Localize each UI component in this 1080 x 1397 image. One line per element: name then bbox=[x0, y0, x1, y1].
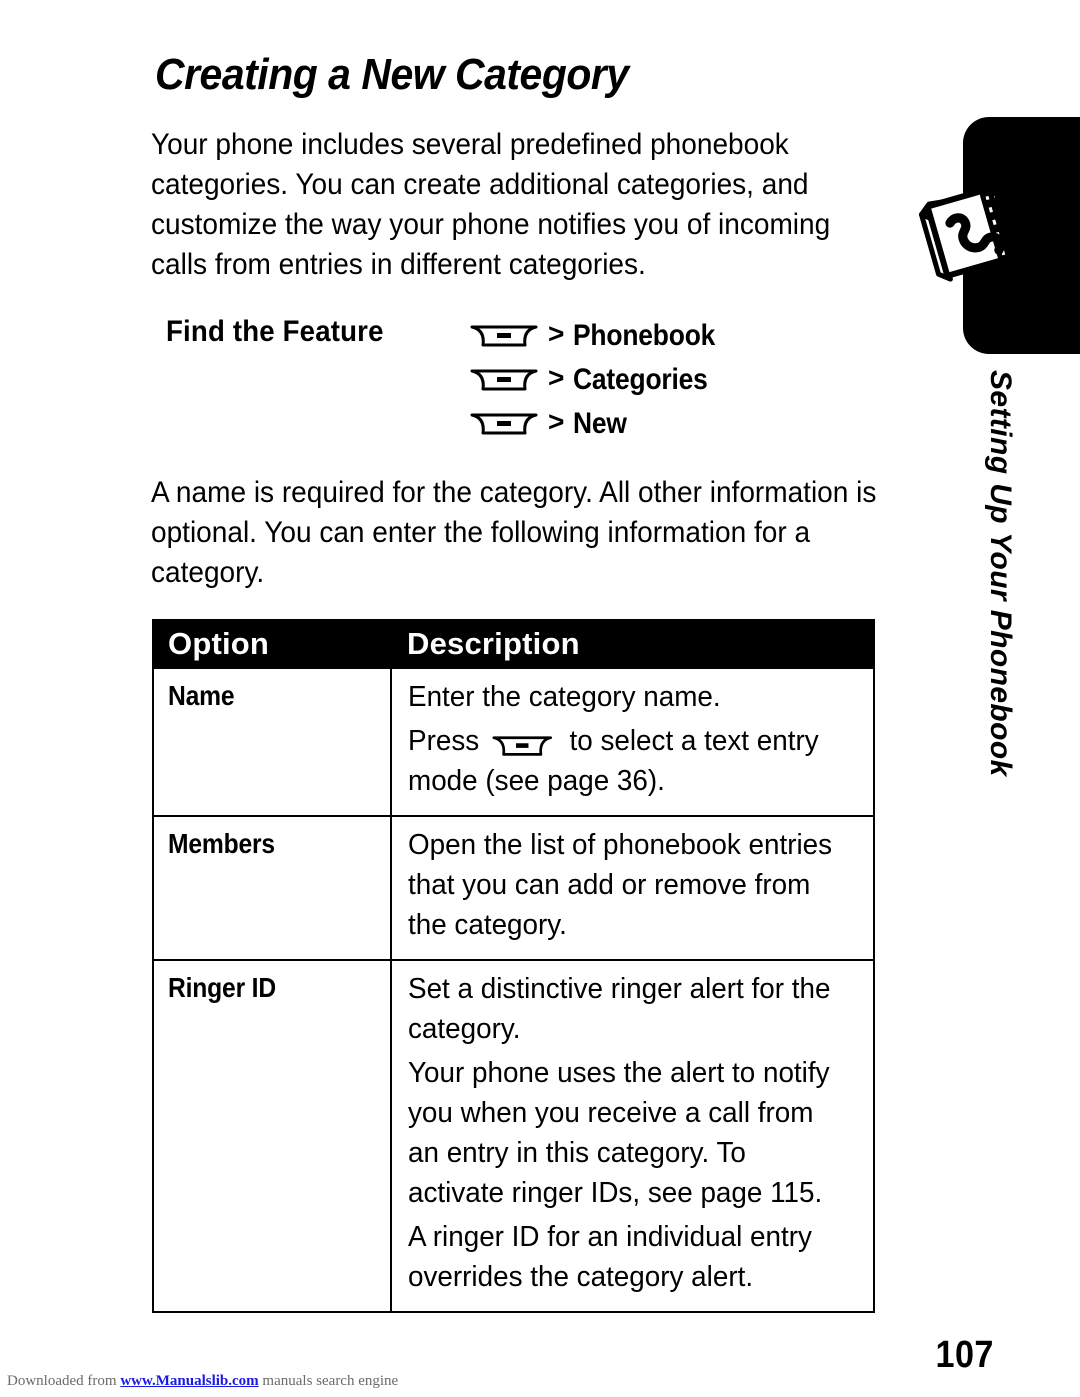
step-name: Categories bbox=[573, 363, 709, 396]
manual-page: Setting Up Your Phonebook Creating a New… bbox=[0, 0, 1080, 1397]
column-header-option: Option bbox=[154, 621, 391, 669]
column-header-description: Description bbox=[391, 621, 873, 669]
chapter-label: Setting Up Your Phonebook bbox=[984, 370, 1017, 777]
description-cell: Set a distinctive ringer alert for the c… bbox=[391, 959, 873, 1311]
watermark-suffix: manuals search engine bbox=[258, 1373, 399, 1389]
option-name: Ringer ID bbox=[168, 972, 276, 1003]
description-paragraph-with-key: Press to select a text entry mode (see p… bbox=[408, 721, 843, 801]
menu-key-icon bbox=[491, 730, 558, 757]
step-separator: > bbox=[548, 318, 565, 349]
table-header-row: Option Description bbox=[154, 621, 873, 669]
description-cell: Enter the category name. Press to select… bbox=[391, 669, 873, 816]
step-name: Phonebook bbox=[573, 319, 716, 352]
option-name: Name bbox=[168, 680, 235, 711]
description-paragraph: Set a distinctive ringer alert for the c… bbox=[408, 973, 831, 1045]
find-the-feature-steps: > Phonebook > Categories > New bbox=[469, 314, 735, 446]
option-name: Members bbox=[168, 828, 275, 859]
menu-key-icon bbox=[469, 411, 539, 438]
menu-key-icon bbox=[469, 323, 539, 350]
option-cell: Members bbox=[154, 815, 392, 960]
find-feature-step: > New bbox=[469, 402, 735, 446]
manualslib-watermark: Downloaded from www.Manualslib.com manua… bbox=[7, 1373, 398, 1390]
phonebook-book-icon bbox=[913, 172, 1025, 284]
find-the-feature-label: Find the Feature bbox=[166, 315, 384, 348]
step-separator: > bbox=[548, 362, 565, 393]
page-title: Creating a New Category bbox=[155, 50, 629, 99]
description-paragraph: Open the list of phonebook entries that … bbox=[408, 829, 833, 941]
page-number: 107 bbox=[935, 1334, 994, 1376]
table-row: Members Open the list of phonebook entri… bbox=[154, 815, 873, 960]
press-prefix: Press bbox=[408, 725, 487, 757]
table-row: Name Enter the category name. Press to s… bbox=[154, 669, 873, 816]
option-cell: Name bbox=[154, 669, 392, 816]
find-feature-step: > Phonebook bbox=[469, 314, 735, 358]
second-paragraph: A name is required for the category. All… bbox=[151, 476, 877, 589]
find-feature-step: > Categories bbox=[469, 358, 735, 402]
intro-paragraph: Your phone includes several predefined p… bbox=[151, 128, 831, 281]
manualslib-link[interactable]: www.Manualslib.com bbox=[120, 1373, 258, 1389]
watermark-prefix: Downloaded from bbox=[7, 1373, 121, 1389]
step-separator: > bbox=[548, 406, 565, 437]
description-paragraph: Your phone uses the alert to notify you … bbox=[408, 1057, 830, 1209]
menu-key-icon bbox=[469, 367, 539, 394]
option-cell: Ringer ID bbox=[154, 959, 392, 1311]
options-table: Option Description Name Enter the catego… bbox=[152, 619, 875, 1313]
description-paragraph: A ringer ID for an individual entry over… bbox=[408, 1221, 812, 1293]
table-row: Ringer ID Set a distinctive ringer alert… bbox=[154, 959, 873, 1311]
description-cell: Open the list of phonebook entries that … bbox=[391, 815, 873, 960]
step-name: New bbox=[573, 407, 628, 440]
description-paragraph: Enter the category name. bbox=[408, 681, 721, 713]
